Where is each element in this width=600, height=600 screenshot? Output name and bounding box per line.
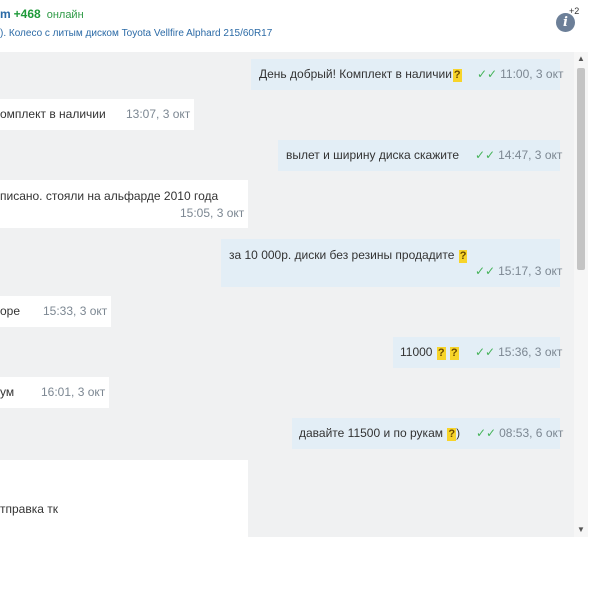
- emoji: ?: [458, 250, 468, 263]
- double-check-icon: ✓✓: [476, 426, 497, 440]
- chat-scrollbar[interactable]: ▲ ▼: [574, 52, 588, 537]
- double-check-icon: ✓✓: [475, 345, 496, 359]
- message-meta: ✓✓ 14:47, 3 окт: [475, 148, 562, 162]
- double-check-icon: ✓✓: [477, 67, 498, 81]
- message-incoming: омплект в наличии 13:07, 3 окт: [0, 99, 194, 130]
- message-incoming: оре 15:33, 3 окт: [0, 296, 111, 327]
- message-text: День добрый! Комплект в наличии?: [259, 67, 462, 82]
- user-rating: +468: [13, 7, 41, 21]
- message-text: вылет и ширину диска скажите: [286, 148, 459, 162]
- subject-prefix: ).: [0, 28, 7, 39]
- message-outgoing: давайте 11500 и по рукам ?) ✓✓ 08:53, 6 о…: [292, 418, 563, 449]
- message-text: писано. стояли на альфарде 2010 года: [0, 189, 219, 203]
- message-outgoing: за 10 000р. диски без резины продадите ?…: [221, 239, 562, 287]
- arrow-up-icon[interactable]: ▲: [574, 52, 588, 66]
- message-outgoing: вылет и ширину диска скажите ✓✓ 14:47, 3 …: [278, 140, 562, 171]
- message-incoming: тправка тк: [0, 460, 248, 537]
- scroll-thumb[interactable]: [577, 68, 585, 270]
- message-time: 15:05, 3 окт: [180, 206, 245, 220]
- message-time: 16:01, 3 окт: [41, 385, 106, 399]
- message-outgoing: 11000 ? ? ✓✓ 15:36, 3 окт: [393, 337, 562, 368]
- message-text: 11000 ? ?: [400, 345, 459, 360]
- double-check-icon: ✓✓: [475, 148, 496, 162]
- message-text: ум: [0, 385, 15, 399]
- subject-link[interactable]: Колесо с литым диском Toyota Vellfire Al…: [9, 28, 272, 39]
- emoji: ?: [447, 428, 457, 441]
- emoji: ?: [449, 347, 459, 360]
- message-text: давайте 11500 и по рукам ?): [299, 426, 461, 441]
- message-meta: ✓✓ 11:00, 3 окт: [477, 67, 563, 81]
- info-count-badge: +2: [569, 6, 580, 16]
- user-line: m +468 онлайн: [0, 7, 84, 21]
- emoji: ?: [452, 69, 462, 82]
- message-time: 15:33, 3 окт: [43, 304, 108, 318]
- message-time: 14:47, 3 окт: [498, 148, 563, 162]
- message-incoming: писано. стояли на альфарде 2010 года 15:…: [0, 180, 248, 228]
- chat-header: m +468 онлайн ). Колесо с литым диском Toy…: [0, 0, 600, 52]
- message-meta: ✓✓ 15:36, 3 окт: [475, 345, 562, 359]
- message-time: 15:17, 3 окт: [498, 264, 563, 278]
- emoji: ?: [436, 347, 446, 360]
- user-name-link[interactable]: m: [0, 7, 11, 21]
- chat-messages: День добрый! Комплект в наличии? ✓✓ 11:00…: [0, 52, 574, 537]
- user-status: онлайн: [46, 9, 84, 21]
- message-meta: ✓✓ 15:17, 3 окт: [475, 264, 562, 278]
- message-time: 08:53, 6 окт: [499, 426, 564, 440]
- message-meta: ✓✓ 08:53, 6 окт: [476, 426, 563, 440]
- message-time: 15:36, 3 окт: [498, 345, 563, 359]
- arrow-down-icon[interactable]: ▼: [574, 523, 588, 537]
- message-text: оре: [0, 304, 21, 318]
- message-text: за 10 000р. диски без резины продадите ?: [229, 248, 468, 263]
- message-text: тправка тк: [0, 502, 58, 516]
- message-time: 13:07, 3 окт: [126, 107, 191, 121]
- message-incoming: ум 16:01, 3 окт: [0, 377, 109, 408]
- message-text: омплект в наличии: [0, 107, 106, 121]
- message-time: 11:00, 3 окт: [500, 67, 564, 81]
- double-check-icon: ✓✓: [475, 264, 496, 278]
- message-outgoing: День добрый! Комплект в наличии? ✓✓ 11:00…: [251, 59, 563, 90]
- subject-line: ). Колесо с литым диском Toyota Vellfire…: [0, 28, 272, 39]
